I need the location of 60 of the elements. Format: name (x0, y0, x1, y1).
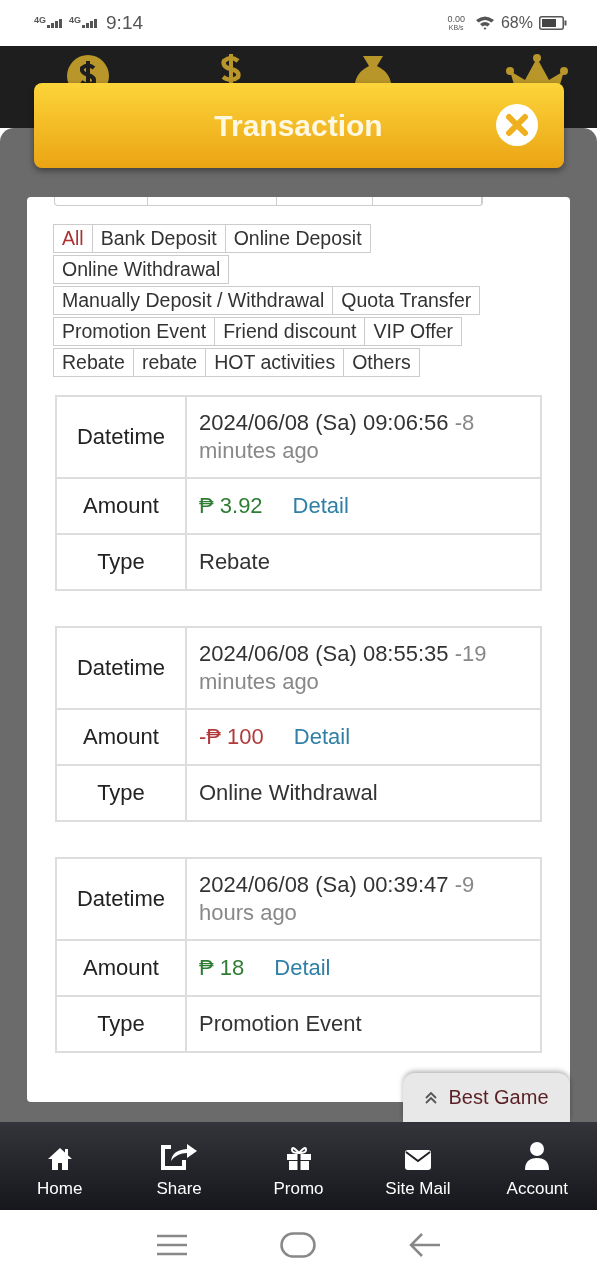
close-icon[interactable] (494, 103, 539, 147)
field-label: Amount (56, 709, 186, 765)
nav-item[interactable]: Site Mail (358, 1122, 478, 1210)
nav-item[interactable]: Promo (238, 1122, 359, 1210)
account-icon (524, 1141, 551, 1171)
detail-link[interactable]: Detail (274, 955, 331, 980)
filter-tab[interactable]: Bank Deposit (91, 224, 226, 253)
gift-icon (285, 1145, 312, 1171)
filter-tab[interactable]: Friend discount (214, 317, 366, 346)
detail-link[interactable]: Detail (292, 493, 349, 518)
nav-item[interactable]: Home (0, 1122, 120, 1210)
datetime-text: 2024/06/08 (Sa) 00:39:47 -9 hours ago (186, 858, 541, 940)
network-speed: 0.00 (447, 15, 465, 24)
field-label: Datetime (56, 627, 186, 709)
filter-tab[interactable]: Promotion Event (53, 317, 216, 346)
network-label: 4G (34, 14, 46, 25)
amount-value: -₱ 100 (199, 724, 264, 749)
datetime-text: 2024/06/08 (Sa) 09:06:56 -8 minutes ago (186, 396, 541, 478)
field-label: Datetime (56, 858, 186, 940)
field-label: Type (56, 765, 186, 821)
field-label: Type (56, 996, 186, 1052)
dialog-title: Transaction (214, 108, 383, 143)
back-icon[interactable] (408, 1232, 441, 1258)
home-button-icon[interactable] (280, 1232, 317, 1258)
field-label: Amount (56, 478, 186, 534)
filter-tab[interactable]: HOT activities (205, 348, 345, 377)
nav-item[interactable]: Account (477, 1122, 597, 1210)
datetime-text: 2024/06/08 (Sa) 08:55:35 -19 minutes ago (186, 627, 541, 709)
filter-tab[interactable]: Quota Transfer (332, 286, 481, 315)
chevrons-up-icon (424, 1090, 439, 1105)
field-label: Type (56, 534, 186, 590)
network-label: 4G (69, 14, 82, 25)
nav-item[interactable]: Share (119, 1122, 239, 1210)
wifi-icon (474, 15, 495, 31)
clock-time: 9:14 (106, 12, 143, 34)
filter-tab[interactable]: rebate (132, 348, 207, 377)
filter-tab[interactable]: Online Deposit (224, 224, 371, 253)
table-cell: Online Withdrawal (186, 765, 541, 821)
table-cell: Rebate (186, 534, 541, 590)
best-game-button[interactable]: Best Game (403, 1073, 570, 1122)
signal-icon (47, 18, 63, 28)
amount-value: ₱ 3.92 (199, 493, 263, 518)
detail-link[interactable]: Detail (293, 724, 351, 749)
mail-icon (403, 1149, 432, 1171)
filter-tab[interactable]: All (53, 224, 93, 253)
filter-tab[interactable]: Manually Deposit / Withdrawal (53, 286, 334, 315)
table-cell: Promotion Event (186, 996, 541, 1052)
filter-tab[interactable]: Online Withdrawal (53, 255, 230, 284)
field-label: Amount (56, 940, 186, 996)
signal-icon (82, 18, 99, 28)
battery-percent: 68% (500, 14, 533, 32)
amount-value: ₱ 18 (199, 955, 245, 980)
filter-tab[interactable]: Others (343, 348, 420, 377)
dollar-sign-icon (219, 54, 242, 84)
home-icon (46, 1147, 73, 1171)
battery-icon (539, 16, 567, 30)
filter-tab[interactable]: Rebate (53, 348, 134, 377)
filter-tab[interactable]: VIP Offer (364, 317, 462, 346)
menu-icon[interactable] (156, 1234, 189, 1256)
field-label: Datetime (56, 396, 186, 478)
